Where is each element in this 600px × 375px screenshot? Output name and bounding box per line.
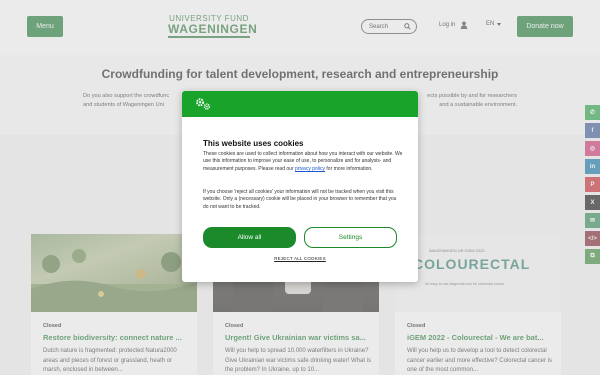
cookie-settings-button[interactable]: Settings (304, 227, 397, 248)
privacy-policy-link[interactable]: privacy policy (295, 166, 325, 172)
cookie-dialog-reject-info: If you choose 'reject all cookies' your … (203, 189, 397, 210)
allow-all-button[interactable]: Allow all (203, 227, 296, 248)
gear-icon (196, 98, 211, 110)
cookie-dialog-header (182, 91, 418, 117)
cookie-consent-dialog: This website uses cookies These cookies … (182, 91, 418, 282)
cookie-text-1-end: for more information. (325, 165, 373, 172)
cookie-dialog-title: This website uses cookies (203, 139, 304, 148)
cookie-dialog-description: These cookies are used to collect inform… (203, 151, 403, 173)
reject-all-cookies-link[interactable]: REJECT ALL COOKIES (182, 256, 418, 261)
